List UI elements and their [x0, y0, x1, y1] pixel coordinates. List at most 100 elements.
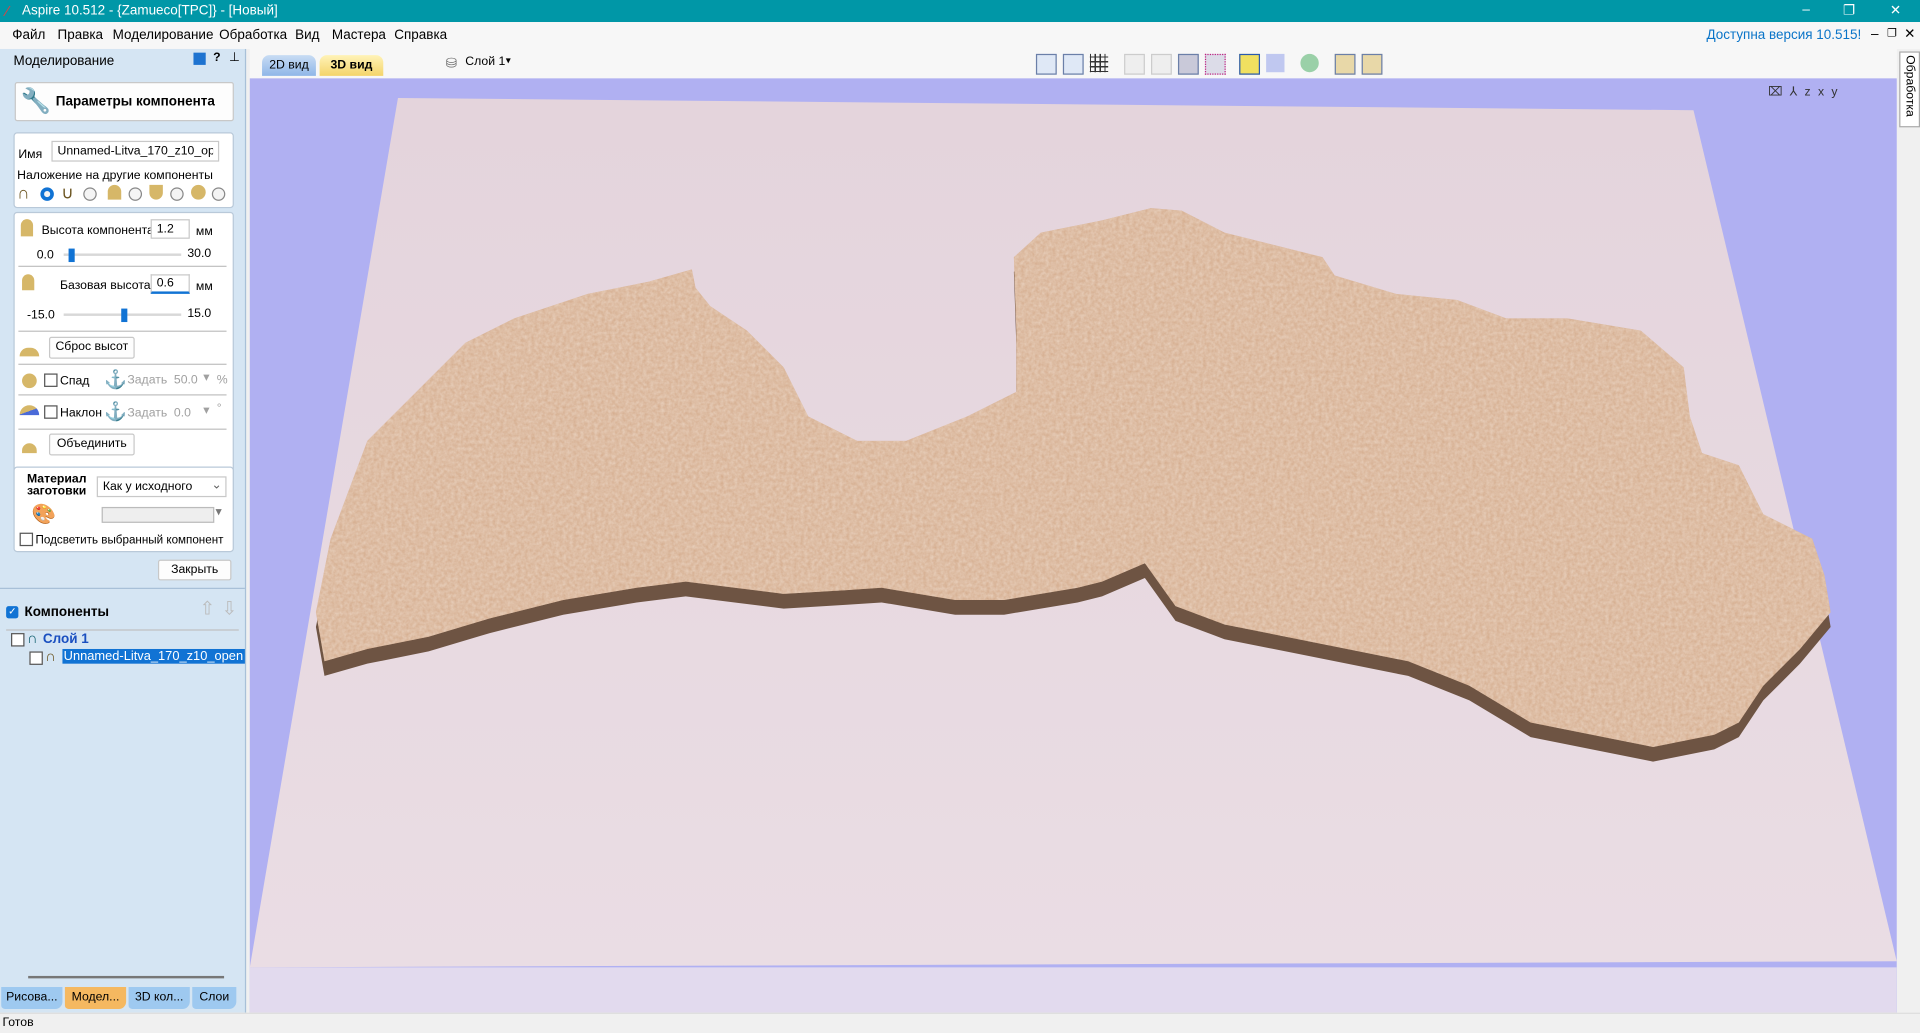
- fade-spin[interactable]: ▾: [203, 371, 209, 384]
- doc-restore-button[interactable]: ❐: [1887, 27, 1897, 40]
- tab-3d-view[interactable]: 3D вид: [319, 55, 384, 76]
- overlay-add-radio[interactable]: [40, 187, 54, 201]
- scrollbar[interactable]: [28, 975, 225, 979]
- tab-modeling[interactable]: Модел...: [64, 986, 127, 1009]
- help-button[interactable]: ?: [213, 51, 220, 64]
- zoom-fit-icon[interactable]: [1177, 53, 1199, 75]
- menu-help[interactable]: Справка: [394, 28, 447, 43]
- name-label: Имя: [18, 148, 43, 162]
- fade-checkbox[interactable]: [44, 373, 58, 387]
- 3d-scene[interactable]: [249, 78, 1897, 1013]
- component-checkbox[interactable]: [29, 651, 43, 665]
- close-button[interactable]: Закрыть: [157, 559, 232, 581]
- highlight-label: Подсветить выбранный компонент: [35, 533, 224, 548]
- name-input[interactable]: [51, 140, 220, 162]
- split-vertical-icon[interactable]: [1361, 53, 1383, 75]
- overlay-multiply-radio[interactable]: [128, 187, 143, 201]
- tab-2d-view[interactable]: 2D вид: [262, 55, 316, 76]
- height-unit: мм: [195, 225, 213, 239]
- move-down-button[interactable]: ⇩: [222, 598, 237, 620]
- wrench-icon: 🔧: [20, 88, 52, 116]
- menu-edit[interactable]: Правка: [58, 28, 104, 43]
- height-slider[interactable]: [63, 248, 182, 263]
- top-view-icon[interactable]: z: [1804, 86, 1817, 99]
- app-icon: ⁄: [6, 2, 9, 20]
- layer-icon: ∩: [26, 629, 38, 647]
- update-link[interactable]: Доступна версия 10.515!: [1706, 28, 1861, 43]
- base-height-slider[interactable]: [63, 308, 182, 323]
- tilt-checkbox[interactable]: [44, 405, 58, 419]
- view-toolbar: 2D вид 3D вид ⛁ Слой 1 ▾: [249, 48, 1897, 79]
- fit-view-icon[interactable]: [1035, 53, 1057, 75]
- low-icon: [149, 184, 163, 200]
- fade-set-button[interactable]: Задать: [127, 373, 167, 386]
- layer-checkbox[interactable]: [11, 633, 25, 647]
- toggle-2d-icon[interactable]: [1062, 53, 1084, 75]
- doc-close-button[interactable]: ✕: [1904, 26, 1915, 42]
- height-icon: [20, 219, 34, 237]
- components-checkbox[interactable]: ✓: [6, 606, 19, 619]
- side-view-icon[interactable]: y: [1831, 86, 1844, 99]
- toolpaths-side-tab[interactable]: Обработка: [1899, 51, 1920, 128]
- overlay-low-radio[interactable]: [170, 187, 184, 201]
- tilt-value-input[interactable]: 0.0: [174, 407, 191, 420]
- menu-view[interactable]: Вид: [295, 28, 319, 43]
- tilt-spin[interactable]: ▾: [203, 404, 209, 417]
- material-icon[interactable]: [1300, 53, 1319, 73]
- menu-modeling[interactable]: Моделирование: [113, 28, 214, 43]
- layer-dropdown[interactable]: Слой 1: [465, 55, 505, 68]
- overlay-high-radio[interactable]: [211, 187, 226, 201]
- maximize-button[interactable]: ❐: [1837, 2, 1861, 19]
- base-height-slider-thumb[interactable]: [121, 308, 128, 323]
- tab-layers[interactable]: Слои: [192, 986, 237, 1009]
- grid-icon[interactable]: [1089, 53, 1109, 73]
- pin-icon[interactable]: ⊥: [229, 51, 240, 64]
- menu-bar: Файл Правка Моделирование Обработка Вид …: [0, 22, 1920, 49]
- tree-component[interactable]: Unnamed-Litva_170_z10_open: [62, 648, 245, 664]
- reset-icon: [19, 347, 40, 357]
- anchor-icon[interactable]: ⚓: [104, 369, 127, 391]
- dock-icon[interactable]: [193, 52, 206, 65]
- fade-icon: [22, 373, 37, 389]
- minimize-button[interactable]: –: [1794, 2, 1818, 17]
- doc-minimize-button[interactable]: –: [1871, 27, 1879, 42]
- merge-button[interactable]: Объединить: [48, 433, 135, 456]
- shaded-view-icon[interactable]: [1239, 53, 1261, 75]
- chevron-down-icon: ⌄: [211, 478, 222, 493]
- overlay-subtract-radio[interactable]: [83, 187, 97, 201]
- fade-value-input[interactable]: 50.0: [174, 373, 198, 386]
- component-icon: ∩: [45, 647, 56, 665]
- height-slider-thumb[interactable]: [68, 248, 75, 263]
- zoom-box-icon[interactable]: [1204, 53, 1226, 75]
- component-params-button[interactable]: 🔧 Параметры компонента: [14, 82, 234, 122]
- menu-toolpaths[interactable]: Обработка: [219, 28, 287, 43]
- iso-view-icon[interactable]: ⅄: [1790, 86, 1805, 99]
- split-horizontal-icon[interactable]: [1334, 53, 1356, 75]
- wireframe-icon[interactable]: [1266, 53, 1285, 73]
- fit-icon[interactable]: ⌧: [1768, 86, 1789, 99]
- pan-icon[interactable]: [1124, 53, 1145, 75]
- tilt-set-button[interactable]: Задать: [127, 407, 167, 420]
- menu-wizards[interactable]: Мастера: [332, 28, 386, 43]
- highlight-checkbox[interactable]: [19, 532, 34, 547]
- reset-heights-button[interactable]: Сброс высот: [48, 336, 135, 359]
- divider: [18, 330, 227, 332]
- anchor-icon[interactable]: ⚓: [104, 400, 127, 423]
- tree-layer[interactable]: Слой 1: [43, 632, 89, 647]
- front-view-icon[interactable]: x: [1818, 86, 1831, 99]
- view-orientation-icons[interactable]: ⌧⅄zxy: [1768, 86, 1845, 99]
- base-height-input[interactable]: [150, 274, 190, 294]
- color-dropdown-arrow[interactable]: ▾: [216, 506, 222, 519]
- move-up-button[interactable]: ⇧: [200, 598, 215, 620]
- 3d-viewport[interactable]: ⌧⅄zxy: [249, 78, 1897, 1013]
- zoom-icon[interactable]: [1151, 53, 1172, 75]
- tab-3d-clipart[interactable]: 3D кол...: [128, 986, 190, 1009]
- height-input[interactable]: [150, 219, 190, 239]
- material-label-2: заготовки: [26, 484, 87, 499]
- material-dropdown[interactable]: Как у исходного ⌄: [96, 476, 227, 498]
- close-window-button[interactable]: ✕: [1883, 2, 1907, 19]
- divider: [18, 265, 227, 267]
- color-dropdown[interactable]: [101, 506, 215, 523]
- menu-file[interactable]: Файл: [12, 28, 45, 43]
- tab-drawing[interactable]: Рисова...: [1, 986, 63, 1009]
